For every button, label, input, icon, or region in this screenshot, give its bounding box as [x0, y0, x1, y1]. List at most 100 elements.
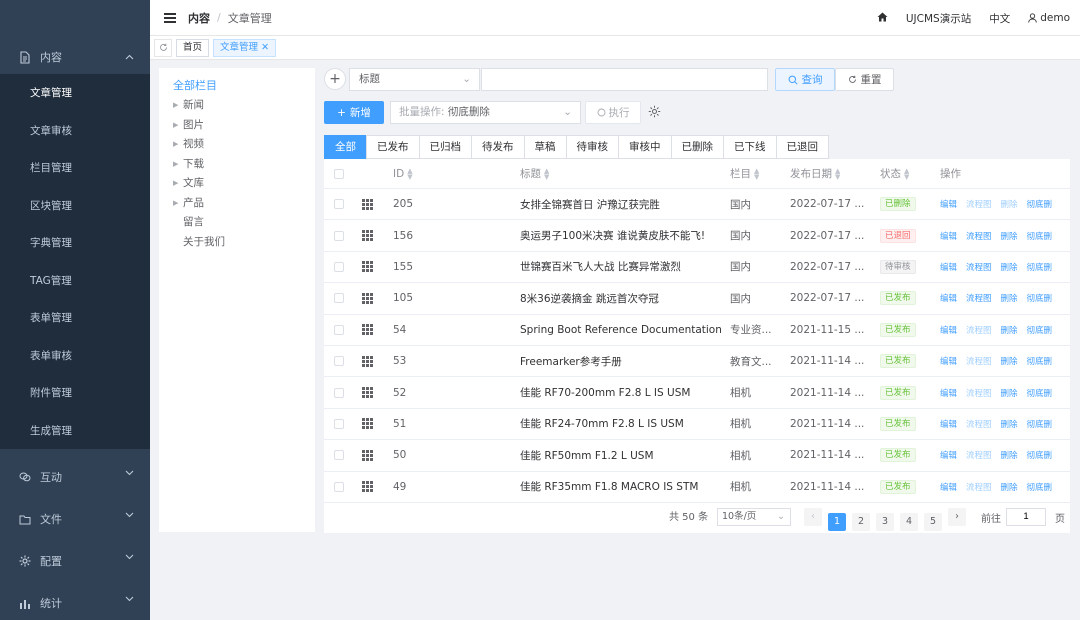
cell-title[interactable]: 8米36逆袭摘金 跳远首次夺冠 [520, 283, 725, 313]
cell-title[interactable]: Freemarker参考手册 [520, 346, 725, 376]
filter-tab[interactable]: 草稿 [523, 135, 567, 159]
delete-link[interactable]: 删除 [1001, 230, 1018, 242]
caret-right-icon[interactable]: ▶ [173, 174, 183, 194]
purge-link[interactable]: 彻底删 [1027, 261, 1053, 273]
user-menu[interactable]: demo [1028, 12, 1070, 24]
tree-node[interactable]: ▶ 图片 [159, 116, 315, 136]
row-checkbox[interactable] [334, 450, 344, 461]
purge-link[interactable]: 彻底删 [1027, 481, 1053, 493]
sidebar-item[interactable]: 文章审核 [0, 111, 150, 149]
cell-title[interactable]: 佳能 RF50mm F1.2 L USM [520, 440, 725, 470]
sort-icon[interactable]: ▲ ▼ [544, 167, 549, 180]
flowchart-link[interactable]: 流程图 [966, 198, 992, 210]
flowchart-link[interactable]: 流程图 [966, 261, 992, 273]
edit-link[interactable]: 编辑 [940, 324, 957, 336]
page-button[interactable]: 2 [852, 512, 870, 531]
sidebar-group[interactable]: 配置 [0, 540, 150, 582]
cell-title[interactable]: 奥运男子100米决赛 谁说黄皮肤不能飞! [520, 220, 725, 250]
filter-tab[interactable]: 待发布 [471, 135, 525, 159]
select-all-checkbox[interactable] [334, 168, 344, 179]
sidebar-item[interactable]: 表单管理 [0, 299, 150, 337]
tree-node[interactable]: ▶ 文库 [159, 174, 315, 194]
sidebar-item[interactable]: TAG管理 [0, 261, 150, 299]
purge-link[interactable]: 彻底删 [1027, 449, 1053, 461]
sidebar-group[interactable]: 互动 [0, 456, 150, 498]
column-header-channel[interactable]: 栏目 ▲ ▼ [730, 159, 759, 188]
page-button[interactable]: 4 [900, 512, 918, 531]
filter-tab[interactable]: 已下线 [723, 135, 777, 159]
sort-icon[interactable]: ▲ ▼ [835, 167, 840, 180]
filter-tab[interactable]: 全部 [324, 135, 367, 159]
caret-right-icon[interactable]: ▶ [173, 135, 183, 155]
sort-icon[interactable]: ▲ ▼ [754, 167, 759, 180]
caret-right-icon[interactable]: ▶ [173, 116, 183, 136]
sidebar-item[interactable]: 区块管理 [0, 186, 150, 224]
row-checkbox[interactable] [334, 356, 344, 367]
column-header-date[interactable]: 发布日期 ▲ ▼ [790, 159, 840, 188]
refresh-icon[interactable] [154, 38, 172, 57]
row-checkbox[interactable] [334, 324, 344, 335]
page-size-select[interactable]: 10条/页 ⌄ [717, 507, 791, 526]
column-header-status[interactable]: 状态 ▲ ▼ [880, 159, 909, 188]
tag-article-manage[interactable]: 文章管理 ✕ [213, 38, 277, 57]
tree-node[interactable]: 关于我们 [159, 233, 315, 253]
edit-link[interactable]: 编辑 [940, 481, 957, 493]
sidebar-group[interactable]: 文件 [0, 498, 150, 540]
next-page-button[interactable]: › [948, 507, 966, 526]
edit-link[interactable]: 编辑 [940, 261, 957, 273]
flowchart-link[interactable]: 流程图 [966, 449, 992, 461]
cell-title[interactable]: Spring Boot Reference Documentation [520, 315, 725, 345]
delete-link[interactable]: 删除 [1001, 449, 1018, 461]
drag-handle-icon[interactable] [362, 449, 373, 461]
row-checkbox[interactable] [334, 261, 344, 272]
flowchart-link[interactable]: 流程图 [966, 418, 992, 430]
tree-root-all-channels[interactable]: 全部栏目 [159, 76, 315, 96]
filter-tab[interactable]: 审核中 [618, 135, 672, 159]
search-field-select[interactable]: 标题 ⌄ [349, 68, 480, 91]
row-checkbox[interactable] [334, 387, 344, 398]
sidebar-item[interactable]: 表单审核 [0, 336, 150, 374]
reset-button[interactable]: 重置 [835, 68, 894, 91]
flowchart-link[interactable]: 流程图 [966, 230, 992, 242]
site-name-link[interactable]: UJCMS演示站 [906, 11, 971, 26]
sort-icon[interactable]: ▲ ▼ [407, 167, 412, 180]
flowchart-link[interactable]: 流程图 [966, 355, 992, 367]
drag-handle-icon[interactable] [362, 261, 373, 273]
purge-link[interactable]: 彻底删 [1027, 324, 1053, 336]
cell-title[interactable]: 佳能 RF35mm F1.8 MACRO IS STM [520, 472, 725, 502]
table-row[interactable]: 50 佳能 RF50mm F1.2 L USM 相机 2021-11-14 ... 已发… [324, 440, 1070, 472]
page-button[interactable]: 3 [876, 512, 894, 531]
cell-title[interactable]: 女排全锦赛首日 沪豫辽获完胜 [520, 189, 725, 219]
filter-tab[interactable]: 待审核 [565, 135, 619, 159]
sidebar-item[interactable]: 栏目管理 [0, 149, 150, 187]
cell-title[interactable]: 佳能 RF70-200mm F2.8 L IS USM [520, 377, 725, 407]
delete-link[interactable]: 删除 [1001, 324, 1018, 336]
tree-node[interactable]: ▶ 视频 [159, 135, 315, 155]
close-icon[interactable]: ✕ [261, 42, 269, 53]
flowchart-link[interactable]: 流程图 [966, 292, 992, 304]
drag-handle-icon[interactable] [362, 387, 373, 399]
gear-icon[interactable] [648, 105, 662, 119]
purge-link[interactable]: 彻底删 [1027, 387, 1053, 399]
table-row[interactable]: 49 佳能 RF35mm F1.8 MACRO IS STM 相机 2021-11-1… [324, 472, 1070, 503]
sidebar-group[interactable]: 统计 [0, 582, 150, 620]
flowchart-link[interactable]: 流程图 [966, 481, 992, 493]
delete-link[interactable]: 删除 [1001, 418, 1018, 430]
column-header-id[interactable]: ID ▲ ▼ [393, 159, 413, 188]
delete-link[interactable]: 删除 [1001, 387, 1018, 399]
delete-link[interactable]: 删除 [1001, 355, 1018, 367]
tree-node[interactable]: ▶ 产品 [159, 194, 315, 214]
filter-tab[interactable]: 已归档 [418, 135, 472, 159]
hamburger-icon[interactable] [164, 12, 176, 23]
language-switch[interactable]: 中文 [989, 11, 1010, 26]
edit-link[interactable]: 编辑 [940, 449, 957, 461]
table-row[interactable]: 53 Freemarker参考手册 教育文... 2021-11-14 ... 已发布 编… [324, 346, 1070, 378]
tag-home[interactable]: 首页 [176, 38, 210, 57]
table-row[interactable]: 155 世锦赛百米飞人大战 比赛异常激烈 国内 2022-07-17 ... 待审核 编辑… [324, 252, 1070, 284]
purge-link[interactable]: 彻底删 [1027, 198, 1053, 210]
edit-link[interactable]: 编辑 [940, 387, 957, 399]
edit-link[interactable]: 编辑 [940, 198, 957, 210]
page-button[interactable]: 5 [924, 512, 942, 531]
row-checkbox[interactable] [334, 481, 344, 492]
filter-tab[interactable]: 已发布 [366, 135, 420, 159]
